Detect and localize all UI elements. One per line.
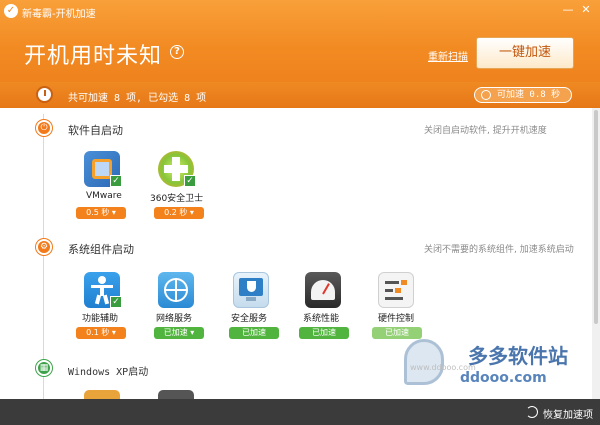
time-badge[interactable]: 0.5 秒 ▾	[76, 207, 126, 219]
security-icon	[233, 272, 269, 308]
time-badge[interactable]: 0.2 秒 ▾	[154, 207, 204, 219]
watermark: 多多软件站 www.ddooo.com ddooo.com	[398, 335, 598, 395]
app-name: 网络服务	[156, 314, 193, 324]
restore-icon[interactable]	[526, 406, 538, 418]
watermark-text-en: ddooo.com	[460, 370, 547, 386]
one-key-speedup-button[interactable]: 一键加速	[476, 37, 574, 69]
app-window: ✓ 新毒霸-开机加速 — ✕ 开机用时未知 ? 重新扫描 一键加速 共可加速 8…	[0, 0, 600, 425]
speedup-estimate: 可加速 0.8 秒	[474, 87, 572, 103]
checked-icon[interactable]: ✓	[184, 175, 196, 187]
performance-icon	[305, 272, 341, 308]
section-title-software: 软件自启动	[68, 124, 123, 137]
app-name: 安全服务	[231, 314, 268, 324]
timer-icon	[481, 90, 491, 100]
startup-icon: ⏻	[36, 120, 52, 136]
app-name: 360安全卫士	[150, 194, 204, 204]
restore-button[interactable]: 恢复加速项	[543, 406, 593, 421]
close-button[interactable]: ✕	[578, 3, 594, 17]
summary-text: 共可加速 8 项, 已勾选 8 项	[68, 93, 207, 104]
app-name: 功能辅助	[82, 314, 119, 324]
page-title: 开机用时未知	[24, 44, 163, 69]
summary-bar: 共可加速 8 项, 已勾选 8 项 可加速 0.8 秒	[0, 82, 600, 108]
title-bar: ✓ 新毒霸-开机加速 — ✕	[0, 0, 600, 22]
app-name: 硬件控制	[378, 314, 415, 324]
status-badge[interactable]: 已加速 ▾	[154, 327, 204, 339]
checked-icon[interactable]: ✓	[110, 175, 122, 187]
section-hint-system: 关闭不需要的系统组件, 加速系统启动	[424, 245, 574, 255]
app-logo-icon: ✓	[4, 4, 18, 18]
network-icon	[158, 272, 194, 308]
windows-icon: ▦	[36, 360, 52, 376]
section-hint-software: 关闭自启动软件, 提升开机速度	[424, 126, 547, 136]
help-icon[interactable]: ?	[170, 45, 184, 59]
checked-icon[interactable]: ✓	[110, 296, 122, 308]
time-badge[interactable]: 0.1 秒 ▾	[76, 327, 126, 339]
scrollbar-thumb[interactable]	[594, 110, 598, 324]
status-badge[interactable]: 已加速	[229, 327, 279, 339]
system-icon: ⚙	[36, 239, 52, 255]
app-name: VMware	[86, 191, 122, 201]
hardware-icon	[378, 272, 414, 308]
rescan-link[interactable]: 重新扫描	[428, 48, 468, 63]
status-badge[interactable]: 已加速	[299, 327, 349, 339]
window-title: 新毒霸-开机加速	[22, 9, 96, 20]
watermark-logo-icon	[404, 339, 444, 385]
watermark-text-cn: 多多软件站	[468, 344, 568, 368]
footer: 恢复加速项	[0, 399, 600, 425]
clock-icon	[36, 86, 53, 103]
minimize-button[interactable]: —	[560, 3, 576, 17]
timeline-line	[43, 114, 44, 399]
section-title-system: 系统组件启动	[68, 243, 134, 256]
section-title-windows: Windows XP启动	[68, 367, 149, 378]
speedup-text: 可加速 0.8 秒	[497, 90, 561, 100]
app-name: 系统性能	[303, 314, 340, 324]
